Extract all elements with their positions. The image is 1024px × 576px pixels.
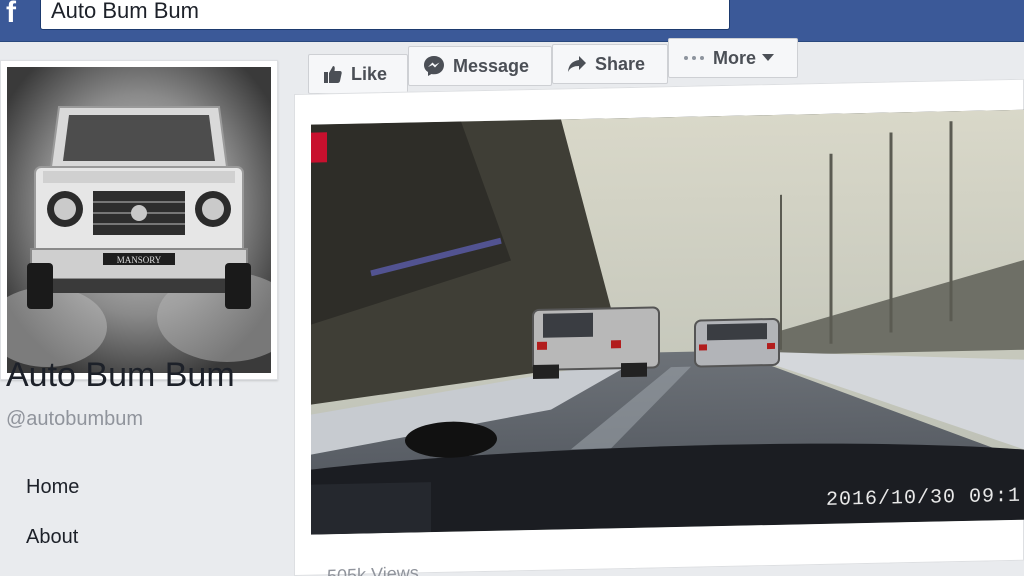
share-arrow-icon — [567, 55, 587, 73]
video-timestamp: 2016/10/30 09:1 — [825, 484, 1021, 512]
page-title: Auto Bum Bum — [6, 356, 235, 394]
page-username: @autobumbum — [6, 408, 144, 430]
sidebar-item-about[interactable]: About — [26, 526, 78, 549]
message-button-label: Message — [453, 55, 530, 76]
left-column: MANSORY Auto Bum Bum @autobumbum Home Ab… — [0, 42, 290, 576]
top-navigation-bar: f Auto Bum Bum — [0, 0, 1024, 42]
search-input-value: Auto Bum Bum — [51, 0, 199, 23]
sidebar-item-home[interactable]: Home — [26, 476, 79, 499]
more-button-label: More — [713, 47, 757, 68]
profile-picture: MANSORY — [7, 67, 271, 373]
view-count: 505k Views — [327, 562, 419, 576]
message-button[interactable]: Message — [408, 46, 552, 86]
caret-down-icon — [762, 54, 775, 62]
thumbs-up-icon — [323, 64, 343, 84]
car-illustration: MANSORY — [7, 67, 271, 373]
facebook-logo[interactable]: f — [0, 0, 36, 30]
video-post-card: 2016/10/30 09:1 505k Views — [294, 78, 1024, 576]
license-plate-text: MANSORY — [117, 255, 162, 265]
messenger-icon — [423, 55, 445, 77]
search-input[interactable]: Auto Bum Bum — [40, 0, 730, 30]
video-player[interactable]: 2016/10/30 09:1 — [311, 109, 1024, 535]
ellipsis-icon — [683, 55, 705, 61]
share-button[interactable]: Share — [552, 44, 668, 84]
profile-picture-frame[interactable]: MANSORY — [0, 60, 278, 380]
more-button[interactable]: More — [668, 38, 798, 78]
dashcam-video-frame — [311, 109, 1024, 535]
like-button-label: Like — [351, 63, 388, 84]
share-button-label: Share — [595, 53, 646, 74]
recording-badge — [311, 132, 327, 163]
like-button[interactable]: Like — [308, 54, 408, 94]
